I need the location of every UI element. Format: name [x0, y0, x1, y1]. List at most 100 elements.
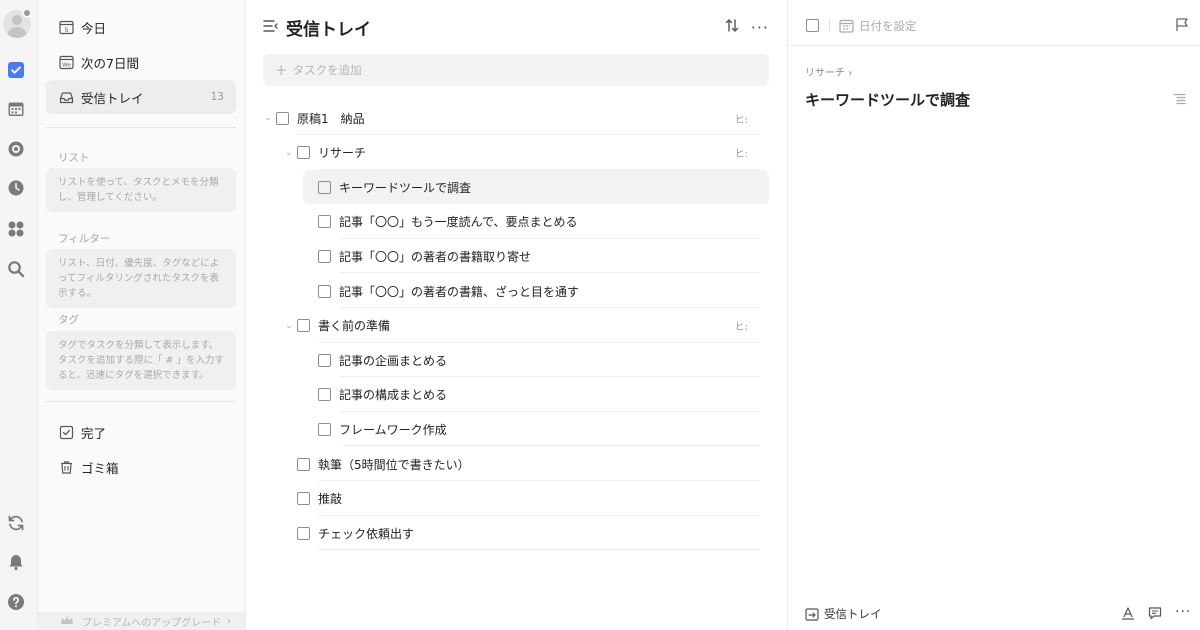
task-label: リサーチ: [318, 146, 367, 161]
task-row[interactable]: 記事「〇〇」の著者の書籍、ざっと目を通す: [318, 274, 760, 308]
text-format-icon[interactable]: [1121, 606, 1135, 620]
calendar-day-icon: 5: [58, 19, 74, 35]
task-checkbox[interactable]: [297, 492, 310, 506]
task-row[interactable]: 記事の構成まとめる: [318, 378, 760, 412]
task-label: チェック依頼出す: [318, 526, 415, 541]
add-task-placeholder: タスクを追加: [292, 63, 362, 77]
sidebar-item-trash[interactable]: ゴミ箱: [46, 450, 236, 484]
list-hint: リストを使って、タスクとメモを分類し、管理してください。: [46, 168, 236, 212]
task-checkbox[interactable]: [297, 526, 310, 540]
search-icon[interactable]: [6, 259, 26, 279]
task-label: 原稿1 納品: [297, 111, 365, 126]
sidebar-item-inbox[interactable]: 受信トレイ 13: [46, 80, 236, 114]
collapse-sidebar-icon[interactable]: [263, 18, 278, 37]
completed-check-icon: [58, 424, 74, 440]
sync-icon[interactable]: [6, 513, 26, 533]
task-checkbox[interactable]: [297, 457, 310, 471]
task-row[interactable]: チェック依頼出す: [297, 516, 760, 551]
task-row[interactable]: ⌄ 書く前の準備 ヒ:: [285, 309, 760, 343]
task-checkbox[interactable]: [297, 146, 310, 160]
bell-icon[interactable]: [6, 552, 26, 572]
breadcrumb[interactable]: リサーチ ›: [805, 64, 852, 79]
plus-icon: +: [275, 61, 288, 79]
task-label: 書く前の準備: [318, 319, 391, 334]
task-row[interactable]: ⌄ 原稿1 納品 ヒ:: [264, 101, 760, 135]
subtask-count-indicator: ヒ:: [734, 322, 748, 334]
task-label: 記事「〇〇」もう一度読んで、要点まとめる: [339, 215, 578, 230]
svg-text:We: We: [62, 62, 71, 68]
task-title[interactable]: キーワードツールで調査: [805, 89, 970, 110]
task-row[interactable]: フレームワーク作成: [318, 412, 760, 447]
filter-section-title: フィルター: [58, 233, 111, 245]
chevron-down-icon[interactable]: ⌄: [264, 113, 272, 123]
svg-text:5: 5: [64, 25, 68, 33]
set-date-button[interactable]: 日付を設定: [859, 18, 917, 34]
task-checkbox[interactable]: [318, 215, 331, 229]
help-icon[interactable]: [6, 592, 26, 612]
task-label: 記事「〇〇」の著者の書籍取り寄せ: [339, 249, 532, 264]
sidebar-item-today[interactable]: 5 今日: [46, 10, 236, 44]
sort-icon[interactable]: [725, 18, 739, 37]
task-checkbox[interactable]: [318, 249, 331, 263]
task-check-icon[interactable]: [6, 60, 26, 80]
clock-icon[interactable]: [6, 178, 26, 198]
detail-checkbox[interactable]: [806, 19, 819, 32]
task-row[interactable]: 記事「〇〇」もう一度読んで、要点まとめる: [318, 205, 760, 239]
calendar-icon[interactable]: [839, 18, 854, 37]
list-section-title: リスト: [58, 152, 90, 164]
apps-icon[interactable]: [6, 219, 26, 239]
task-detail-panel: 日付を設定 リサーチ › キーワードツールで調査 受信トレイ ···: [787, 0, 1200, 630]
task-row[interactable]: ⌄ リサーチ ヒ:: [285, 136, 760, 170]
page-title: 受信トレイ: [286, 20, 371, 40]
task-row[interactable]: 推敲: [297, 482, 760, 516]
chevron-down-icon[interactable]: ⌄: [285, 321, 293, 331]
sidebar-item-label: 完了: [81, 425, 107, 441]
task-row[interactable]: 執筆（5時間位で書きたい）: [297, 447, 760, 481]
sidebar-item-label: 今日: [81, 20, 107, 36]
focus-timer-icon[interactable]: [6, 139, 26, 159]
detail-toolbar: 日付を設定: [788, 0, 1200, 46]
task-label: キーワードツールで調査: [339, 180, 472, 195]
chevron-down-icon[interactable]: ⌄: [285, 148, 293, 158]
inbox-move-icon: [805, 607, 819, 621]
tag-hint: タグでタスクを分類して表示します。タスクを追加する際に「 # 」を入力すると、迅…: [46, 331, 236, 390]
upgrade-label: プレミアムへのアップグレード: [82, 617, 222, 629]
task-checkbox[interactable]: [318, 388, 331, 402]
sidebar-item-completed[interactable]: 完了: [46, 415, 236, 449]
task-checkbox[interactable]: [318, 284, 331, 298]
task-label: 記事の構成まとめる: [339, 388, 448, 403]
task-checkbox[interactable]: [276, 111, 289, 125]
task-label: 記事「〇〇」の著者の書籍、ざっと目を通す: [339, 284, 580, 299]
calendar-icon[interactable]: [6, 99, 26, 119]
sidebar: 5 今日 We 次の7日間 受信トレイ 13 リスト リストを使って、タスクとメ…: [38, 0, 246, 630]
more-options-icon[interactable]: ···: [751, 18, 769, 37]
task-checkbox[interactable]: [318, 353, 331, 367]
divider: [46, 127, 236, 128]
more-options-icon[interactable]: ···: [1175, 604, 1191, 620]
inbox-count-badge: 13: [210, 91, 224, 103]
sidebar-item-next7days[interactable]: We 次の7日間: [46, 45, 236, 79]
task-label: 推敲: [318, 492, 343, 507]
upgrade-banner[interactable]: プレミアムへのアップグレード ›: [38, 612, 245, 630]
task-checkbox[interactable]: [318, 422, 331, 436]
crown-icon: [60, 615, 74, 628]
task-label: 執筆（5時間位で書きたい）: [318, 457, 470, 472]
sidebar-item-label: 受信トレイ: [81, 90, 144, 106]
trash-icon: [58, 459, 74, 475]
filter-hint: リスト、日付、優先度、タグなどによってフィルタリングされたタスクを表示する。: [46, 249, 236, 308]
description-format-icon[interactable]: [1173, 90, 1186, 109]
add-task-input[interactable]: + タスクを追加: [263, 54, 769, 86]
comment-icon[interactable]: [1148, 606, 1162, 620]
task-list-panel: 受信トレイ ··· + タスクを追加 ⌄ 原稿1 納品 ヒ: ⌄ リサーチ ヒ: キーワード…: [247, 0, 787, 630]
inbox-icon: [58, 89, 74, 105]
task-row[interactable]: 記事の企画まとめる: [318, 343, 760, 378]
app-window: 5 今日 We 次の7日間 受信トレイ 13 リスト リストを使って、タスクとメ…: [0, 0, 1200, 630]
task-row[interactable]: キーワードツールで調査: [303, 170, 769, 205]
task-row[interactable]: 記事「〇〇」の著者の書籍取り寄せ: [318, 239, 760, 274]
tag-section-title: タグ: [58, 314, 79, 326]
priority-flag-icon[interactable]: [1175, 17, 1189, 36]
detail-list-selector[interactable]: 受信トレイ: [805, 606, 882, 622]
task-label: フレームワーク作成: [339, 422, 447, 437]
task-checkbox[interactable]: [318, 180, 331, 194]
task-checkbox[interactable]: [297, 319, 310, 333]
